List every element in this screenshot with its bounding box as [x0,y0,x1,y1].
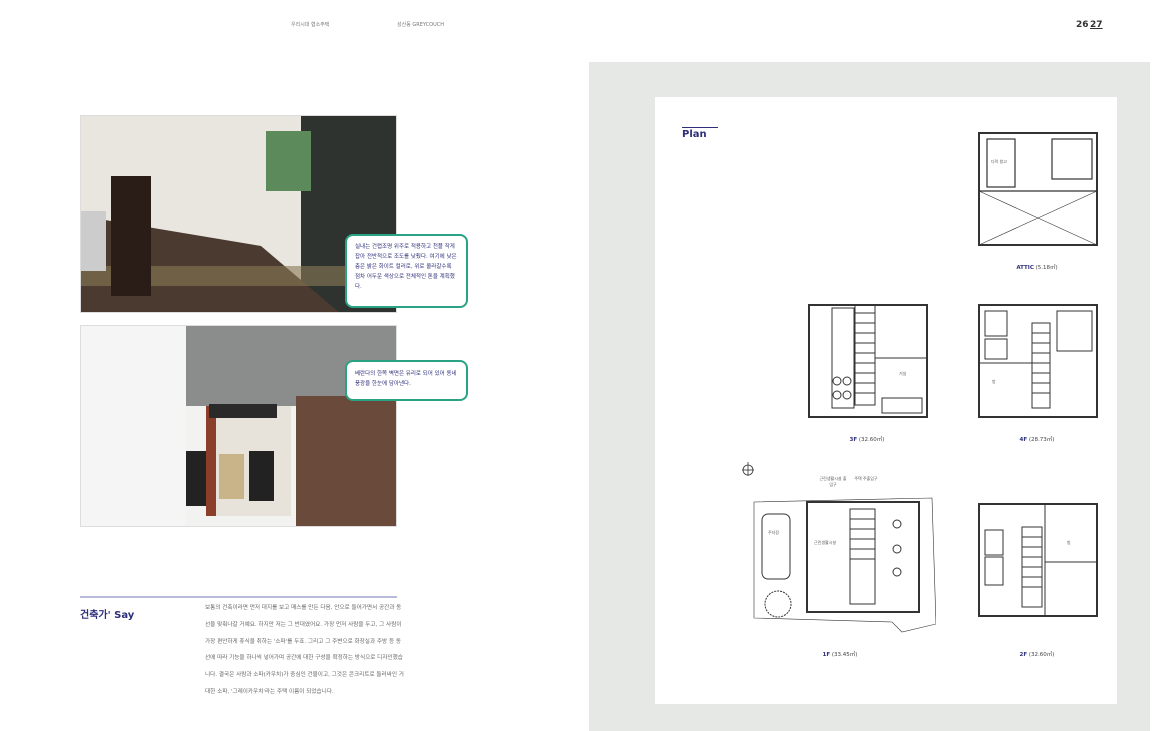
1f-floor-plan: 근린생활시설 주차장 [753,497,936,633]
floor-name: 2F [1019,652,1028,658]
floor-area: (28.73㎡) [1028,437,1055,443]
floor-name: 3F [849,437,858,443]
plan-title: Plan [682,129,707,140]
3f-label: 3F (32.60㎡) [807,435,927,443]
attic-label: ATTIC (5.18㎡) [977,263,1097,271]
2f-floor-plan: 방 [978,503,1098,617]
3f-floor-plan: 거실 [808,304,928,418]
3f-room-label: 거실 [899,370,907,376]
floor-name: ATTIC [1016,265,1034,271]
house-entrance-label: 주택 주출입구 [854,476,878,481]
terrace-photo [80,325,397,527]
shop-entrance-label: 근린생활시설 출입구 [819,476,847,487]
photo-caption-callout: 베란다의 한쪽 벽면은 유리로 되어 있어 동네 풍광을 한눈에 담아낸다. [345,360,468,401]
floor-area: (32.60㎡) [858,437,885,443]
photo-caption-callout: 실내는 건렵조명 위주로 적용하고 천플 작게 잡아 전반적으로 조도를 낮췄다… [345,234,468,308]
plan-title-rule [682,127,718,128]
floor-name: 4F [1019,437,1028,443]
floor-area: (5.18㎡) [1035,265,1058,271]
running-header-title: 성산동 GREYCOUCH [397,22,445,28]
1f-label: 1F (33.45㎡) [780,650,900,658]
page-number-left: 26 [1076,20,1089,30]
2f-label: 2F (32.60㎡) [977,650,1097,658]
2f-room-label: 방 [1067,539,1071,545]
1f-parking-label: 주차장 [768,529,779,535]
say-body-text: 보통의 건축이라면 먼저 대지를 보고 매스를 만든 다음, 안으로 들어가면서… [205,605,404,695]
north-compass-icon [742,462,754,476]
4f-floor-plan: 방 [978,304,1098,418]
floor-name: 1F [822,652,831,658]
say-heading: 건축가' Say [80,610,135,621]
attic-floor-plan: 다락 창고 [978,132,1098,246]
4f-label: 4F (28.73㎡) [977,435,1097,443]
floor-area: (33.45㎡) [831,652,858,658]
terrace-image [81,326,396,526]
attic-room-label: 다락 창고 [991,158,1007,164]
page-number-right: 27 [1090,20,1103,30]
1f-shop-label: 근린생활시설 [814,539,836,545]
section-divider [80,596,397,598]
4f-room-label: 방 [992,378,996,384]
floor-area: (32.60㎡) [1028,652,1055,658]
running-header-section: 우리시대 협소주택 [291,22,330,28]
